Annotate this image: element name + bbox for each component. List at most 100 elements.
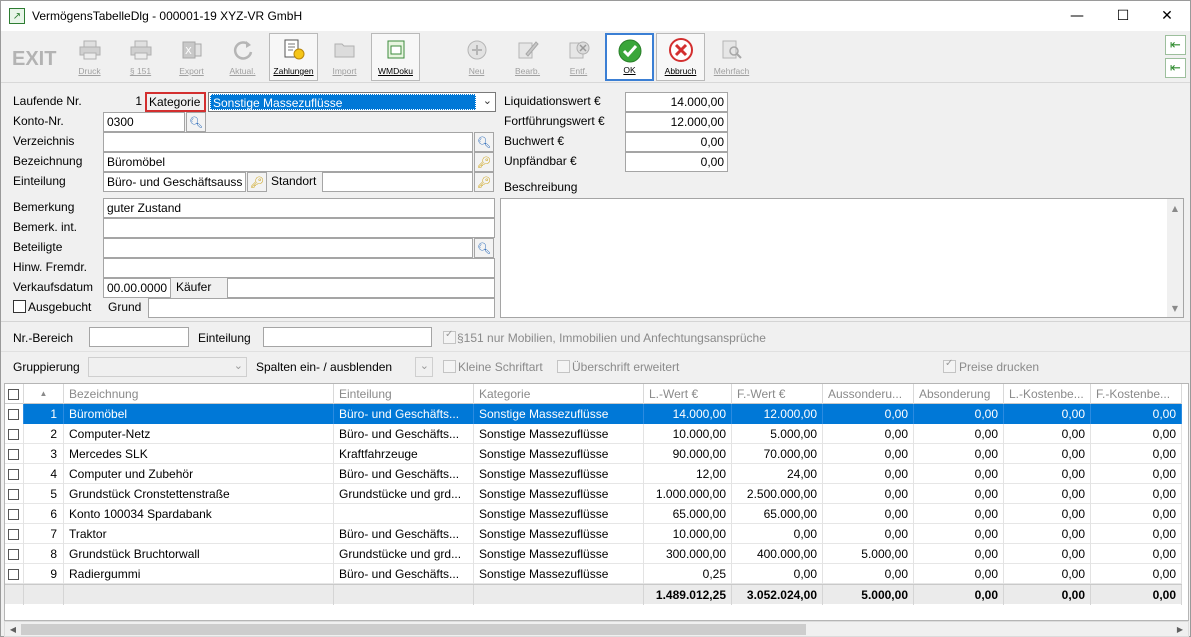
maximize-icon[interactable]: ☐ <box>1100 1 1146 31</box>
verzeichnis-search-button[interactable]: 🔍︎ <box>474 132 494 152</box>
table-row[interactable]: 6 Konto 100034 Spardabank Sonstige Massezu… <box>5 504 1182 524</box>
table-row[interactable]: 5 Grundstück Cronstettenstraße Grundstücke… <box>5 484 1182 504</box>
aktual-button[interactable]: Aktual. <box>218 33 267 81</box>
header-f-wert[interactable]: F.-Wert € <box>732 384 823 404</box>
zahlungen-button[interactable]: Zahlungen <box>269 33 318 81</box>
header-kategorie[interactable]: Kategorie <box>474 384 644 404</box>
table-row[interactable]: 3 Mercedes SLK Kraftfahrzeuge Sonstige Mass… <box>5 444 1182 464</box>
standort-lookup-button[interactable]: 🔑︎ <box>474 172 494 192</box>
nav-back-button[interactable]: ⇤ <box>1165 35 1186 55</box>
scroll-left-icon[interactable]: ◀ <box>5 622 21 636</box>
row-checkbox[interactable] <box>8 549 19 560</box>
nr-bereich-field[interactable] <box>89 327 189 347</box>
table-row[interactable]: 2 Computer-Netz Büro- und Geschäfts... Sons… <box>5 424 1182 444</box>
row-checkbox[interactable] <box>8 569 19 580</box>
ok-button[interactable]: OK <box>605 33 654 81</box>
p151-checkbox[interactable]: ✓ <box>443 329 456 344</box>
hinw-fremdr-field[interactable] <box>103 258 495 278</box>
abbruch-button[interactable]: Abbruch <box>656 33 705 81</box>
minimize-icon[interactable]: — <box>1054 1 1100 31</box>
close-icon[interactable]: ✕ <box>1144 1 1190 31</box>
row-checkbox-cell[interactable] <box>5 544 24 564</box>
buchwert-field[interactable]: 0,00 <box>625 132 728 152</box>
kleine-schrift-checkbox[interactable] <box>443 360 456 373</box>
row-checkbox[interactable] <box>8 529 19 540</box>
bearb-button[interactable]: Bearb. <box>503 33 552 81</box>
verkaufsdatum-field[interactable]: 00.00.0000 <box>103 278 171 298</box>
header-nr[interactable]: ▲ <box>24 384 64 404</box>
row-checkbox-cell[interactable] <box>5 404 24 424</box>
verzeichnis-field[interactable] <box>103 132 473 152</box>
select-all-checkbox[interactable] <box>8 389 19 400</box>
row-checkbox[interactable] <box>8 469 19 480</box>
table-row[interactable]: 1 Büromöbel Büro- und Geschäfts... Sonstige… <box>5 404 1182 424</box>
totals-spacer <box>474 585 644 605</box>
neu-button[interactable]: Neu <box>452 33 501 81</box>
einteilung-field[interactable]: Büro- und Geschäftsauss <box>103 172 246 192</box>
row-checkbox-cell[interactable] <box>5 444 24 464</box>
beteiligte-field[interactable] <box>103 238 473 258</box>
kaeufer-field[interactable] <box>227 278 495 298</box>
beteiligte-search-button[interactable]: 🔍︎ <box>474 238 494 258</box>
table-row[interactable]: 7 Traktor Büro- und Geschäfts... Sonstige M… <box>5 524 1182 544</box>
row-checkbox-cell[interactable] <box>5 504 24 524</box>
konto-search-button[interactable]: 🔍︎ <box>186 112 206 132</box>
paragraph-151-button[interactable]: § 151 <box>116 33 165 81</box>
row-checkbox-cell[interactable] <box>5 484 24 504</box>
table-row[interactable]: 4 Computer und Zubehör Büro- und Geschäfts… <box>5 464 1182 484</box>
grund-field[interactable] <box>148 298 495 318</box>
header-aussonderung[interactable]: Aussonderu... <box>823 384 914 404</box>
header-einteilung[interactable]: Einteilung <box>334 384 474 404</box>
scrollbar-thumb[interactable] <box>21 624 806 635</box>
row-checkbox-cell[interactable] <box>5 564 24 584</box>
table-row[interactable]: 9 Radiergummi Büro- und Geschäfts... Sonsti… <box>5 564 1182 584</box>
scroll-right-icon[interactable]: ▶ <box>1172 622 1188 636</box>
table-row[interactable]: 8 Grundstück Bruchtorwall Grundstücke und … <box>5 544 1182 564</box>
spalten-dropdown[interactable]: ⌄ <box>415 357 433 377</box>
nav-back-all-button[interactable]: ⇤ <box>1165 58 1186 78</box>
kategorie-dropdown[interactable]: Sonstige Massezuflüsse ⌄ <box>208 92 496 112</box>
gruppierung-dropdown[interactable]: ⌄ <box>88 357 247 377</box>
druck-button[interactable]: Druck <box>65 33 114 81</box>
row-checkbox-cell[interactable] <box>5 464 24 484</box>
import-button[interactable]: Import <box>320 33 369 81</box>
header-l-wert[interactable]: L.-Wert € <box>644 384 732 404</box>
row-checkbox[interactable] <box>8 429 19 440</box>
row-checkbox-cell[interactable] <box>5 424 24 444</box>
beschreibung-scrollbar[interactable]: ▲ ▼ <box>1167 199 1183 317</box>
ueberschrift-checkbox[interactable] <box>557 360 570 373</box>
export-button[interactable]: X Export <box>167 33 216 81</box>
header-f-kosten[interactable]: F.-Kostenbe... <box>1091 384 1182 404</box>
ausgebucht-checkbox[interactable] <box>13 300 26 313</box>
header-l-kosten[interactable]: L.-Kostenbe... <box>1004 384 1091 404</box>
row-checkbox[interactable] <box>8 489 19 500</box>
einteilung-lookup-button[interactable]: 🔑︎ <box>247 172 267 192</box>
bezeichnung-lookup-button[interactable]: 🔑︎ <box>474 152 494 172</box>
entf-button[interactable]: Entf. <box>554 33 603 81</box>
standort-field[interactable] <box>322 172 473 192</box>
row-checkbox[interactable] <box>8 509 19 520</box>
header-absonderung[interactable]: Absonderung <box>914 384 1004 404</box>
row-checkbox[interactable] <box>8 409 19 420</box>
filter-einteilung-field[interactable] <box>263 327 432 347</box>
fortfuehrungswert-field[interactable]: 12.000,00 <box>625 112 728 132</box>
beschreibung-textarea[interactable]: ▲ ▼ <box>500 198 1184 318</box>
bemerkung-field[interactable]: guter Zustand <box>103 198 495 218</box>
bezeichnung-field[interactable]: Büromöbel <box>103 152 473 172</box>
wmdoku-button[interactable]: WMDoku <box>371 33 420 81</box>
unpfaendbar-field[interactable]: 0,00 <box>625 152 728 172</box>
scroll-up-icon[interactable]: ▲ <box>1167 201 1183 215</box>
header-bezeichnung[interactable]: Bezeichnung <box>64 384 334 404</box>
mehrfach-button[interactable]: Mehrfach <box>707 33 756 81</box>
table-horizontal-scrollbar[interactable]: ◀ ▶ <box>4 621 1189 637</box>
scroll-down-icon[interactable]: ▼ <box>1167 301 1183 315</box>
preise-drucken-checkbox[interactable]: ✓ <box>943 358 956 373</box>
row-checkbox[interactable] <box>8 449 19 460</box>
exit-button[interactable]: EXIT <box>5 33 63 81</box>
row-checkbox-cell[interactable] <box>5 524 24 544</box>
liquidationswert-field[interactable]: 14.000,00 <box>625 92 728 112</box>
bemerk-int-field[interactable] <box>103 218 495 238</box>
header-select-all[interactable] <box>5 384 24 404</box>
preise-drucken-label: Preise drucken <box>959 360 1040 374</box>
konto-nr-field[interactable]: 0300 <box>103 112 185 132</box>
